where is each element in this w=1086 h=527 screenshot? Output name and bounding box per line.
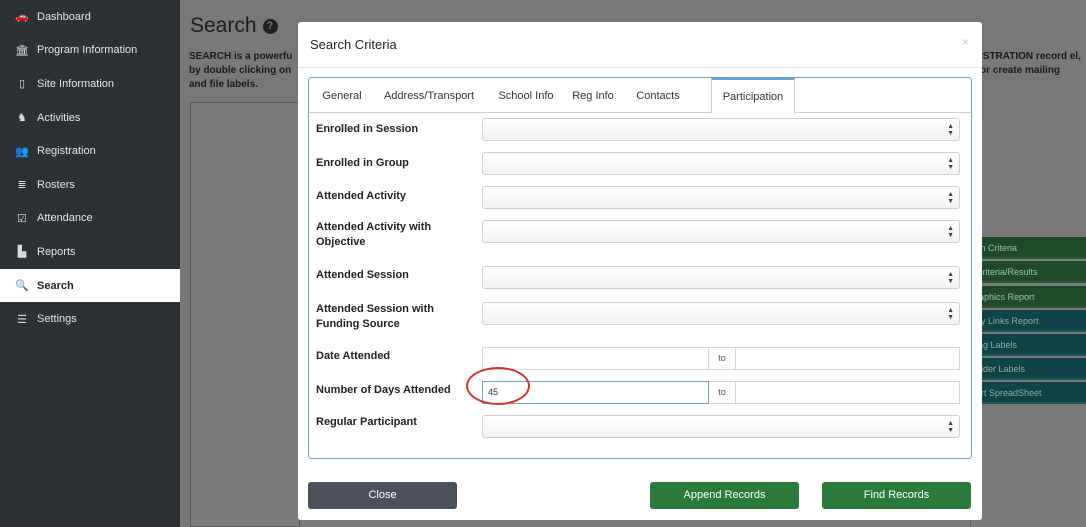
row-attended-activity-objective: Attended Activity with Objective ▲ ▼ (306, 220, 960, 250)
building-icon: ▯ (18, 78, 26, 91)
side-action-button[interactable]: raphics Report (970, 286, 1086, 308)
list-icon: ≣ (17, 179, 27, 192)
close-icon[interactable]: × (962, 35, 969, 49)
sidebar-item-site-information[interactable]: ▯ Site Information (0, 67, 180, 101)
select-arrows-icon: ▲ ▼ (947, 225, 954, 239)
sidebar-item-program-information[interactable]: 🏛 Program Information (0, 34, 180, 68)
append-records-button[interactable]: Append Records (650, 482, 799, 509)
select-arrows-icon: ▲ ▼ (947, 420, 954, 434)
regular-participant-select[interactable]: ▲ ▼ (482, 415, 960, 438)
page-description: SEARCH is a powerfu by double clicking o… (189, 51, 293, 90)
days-attended-from-input[interactable]: 45 (482, 381, 709, 404)
sidebar-item-registration[interactable]: 👥 Registration (0, 134, 180, 168)
days-attended-to-input[interactable] (735, 381, 960, 404)
sidebar-item-search[interactable]: 🔍 Search (0, 268, 180, 303)
enrolled-session-select[interactable]: ▲ ▼ (482, 118, 960, 141)
search-icon: 🔍 (15, 280, 29, 293)
select-arrows-icon: ▲ ▼ (947, 307, 954, 321)
sidebar-item-rosters[interactable]: ≣ Rosters (0, 168, 180, 202)
activities-icon: ♞ (17, 112, 27, 125)
sidebar-item-label: Dashboard (37, 10, 91, 23)
regular-participant-label: Regular Participant (316, 416, 417, 428)
sidebar-item-attendance[interactable]: ☑ Attendance (0, 202, 180, 236)
users-icon: 👥 (15, 145, 29, 158)
tab-general[interactable]: General (313, 78, 371, 113)
sliders-icon: ☰ (17, 313, 27, 326)
sidebar-item-label: Activities (37, 111, 81, 124)
enrolled-group-label: Enrolled in Group (316, 157, 409, 169)
date-attended-label: Date Attended (316, 350, 391, 362)
select-arrows-icon: ▲ ▼ (947, 271, 954, 285)
modal-title: Search Criteria (310, 37, 397, 52)
tab-reg-info[interactable]: Reg Info (563, 78, 623, 113)
sidebar-item-label: Reports (37, 245, 76, 258)
find-records-button[interactable]: Find Records (822, 482, 971, 509)
sidebar: 🚗 Dashboard 🏛 Program Information ▯ Site Info… (0, 0, 180, 527)
select-arrows-icon: ▲ ▼ (947, 123, 954, 137)
help-icon[interactable]: ? (262, 19, 278, 34)
date-attended-from-input[interactable] (482, 347, 709, 370)
attended-session-label: Attended Session (316, 269, 409, 281)
side-action-button[interactable]: ch Criteria (970, 237, 1086, 259)
modal-header: Search Criteria × (298, 22, 982, 68)
attended-activity-select[interactable]: ▲ ▼ (482, 186, 960, 209)
page-description-right: ISTRATION record el, or create mailing (980, 51, 1081, 76)
attended-activity-label: Attended Activity (316, 190, 407, 202)
enrolled-session-label: Enrolled in Session (316, 123, 419, 135)
attended-session-funding-select[interactable]: ▲ ▼ (482, 302, 960, 325)
sidebar-item-settings[interactable]: ☰ Settings (0, 302, 180, 336)
row-regular-participant: Regular Participant ▲ ▼ (306, 415, 960, 438)
bar-chart-icon: ▙ (17, 246, 27, 259)
page-title: Search? (190, 14, 278, 38)
select-arrows-icon: ▲ ▼ (947, 191, 954, 205)
side-action-button[interactable]: ing Labels (970, 334, 1086, 356)
side-action-button[interactable]: older Labels (970, 358, 1086, 380)
tab-address-transport[interactable]: Address/Transport (376, 78, 482, 113)
row-days-attended: Number of Days Attended 45 to (306, 381, 960, 404)
sidebar-item-label: Program Information (37, 44, 138, 57)
search-criteria-modal: Search Criteria × General Address/Transp… (298, 22, 982, 520)
results-panel (190, 102, 300, 527)
sidebar-item-dashboard[interactable]: 🚗 Dashboard (0, 0, 180, 34)
row-enrolled-group: Enrolled in Group ▲ ▼ (306, 152, 960, 175)
dashboard-icon: 🚗 (15, 11, 29, 24)
sidebar-item-label: Settings (37, 313, 77, 326)
sidebar-item-label: Registration (37, 145, 96, 158)
sidebar-item-activities[interactable]: ♞ Activities (0, 101, 180, 135)
select-arrows-icon: ▲ ▼ (947, 157, 954, 171)
attended-activity-objective-label: Attended Activity with Objective (316, 221, 432, 248)
sidebar-item-label: Site Information (37, 77, 115, 90)
enrolled-group-select[interactable]: ▲ ▼ (482, 152, 960, 175)
tab-contacts[interactable]: Contacts (627, 78, 689, 113)
attended-session-funding-label: Attended Session with Funding Source (316, 303, 434, 330)
days-attended-to-label: to (709, 381, 735, 404)
sidebar-item-label: Rosters (37, 178, 75, 191)
sidebar-item-label: Attendance (37, 212, 93, 225)
attended-activity-objective-select[interactable]: ▲ ▼ (482, 220, 960, 243)
row-date-attended: Date Attended to (306, 347, 960, 370)
side-action-button[interactable]: ey Links Report (970, 310, 1086, 332)
sidebar-item-reports[interactable]: ▙ Reports (0, 235, 180, 269)
calendar-check-icon: ☑ (17, 212, 27, 225)
tab-bar: General Address/Transport School Info Re… (309, 78, 971, 114)
page-title-text: Search (190, 14, 257, 37)
attended-session-select[interactable]: ▲ ▼ (482, 266, 960, 289)
date-attended-to-input[interactable] (735, 347, 960, 370)
side-action-button[interactable]: ort SpreadSheet (970, 382, 1086, 404)
sidebar-item-label: Search (37, 279, 74, 292)
row-attended-activity: Attended Activity ▲ ▼ (306, 186, 960, 209)
row-attended-session-funding: Attended Session with Funding Source ▲ ▼ (306, 302, 960, 332)
side-action-button[interactable]: Criteria/Results (970, 261, 1086, 283)
close-button[interactable]: Close (308, 482, 457, 509)
tab-participation[interactable]: Participation (711, 78, 795, 114)
row-attended-session: Attended Session ▲ ▼ (306, 266, 960, 289)
bank-icon: 🏛 (15, 44, 29, 57)
row-enrolled-session: Enrolled in Session ▲ ▼ (306, 118, 960, 141)
tab-school-info[interactable]: School Info (492, 78, 560, 113)
date-attended-to-label: to (709, 347, 735, 370)
days-attended-label: Number of Days Attended (316, 384, 451, 396)
